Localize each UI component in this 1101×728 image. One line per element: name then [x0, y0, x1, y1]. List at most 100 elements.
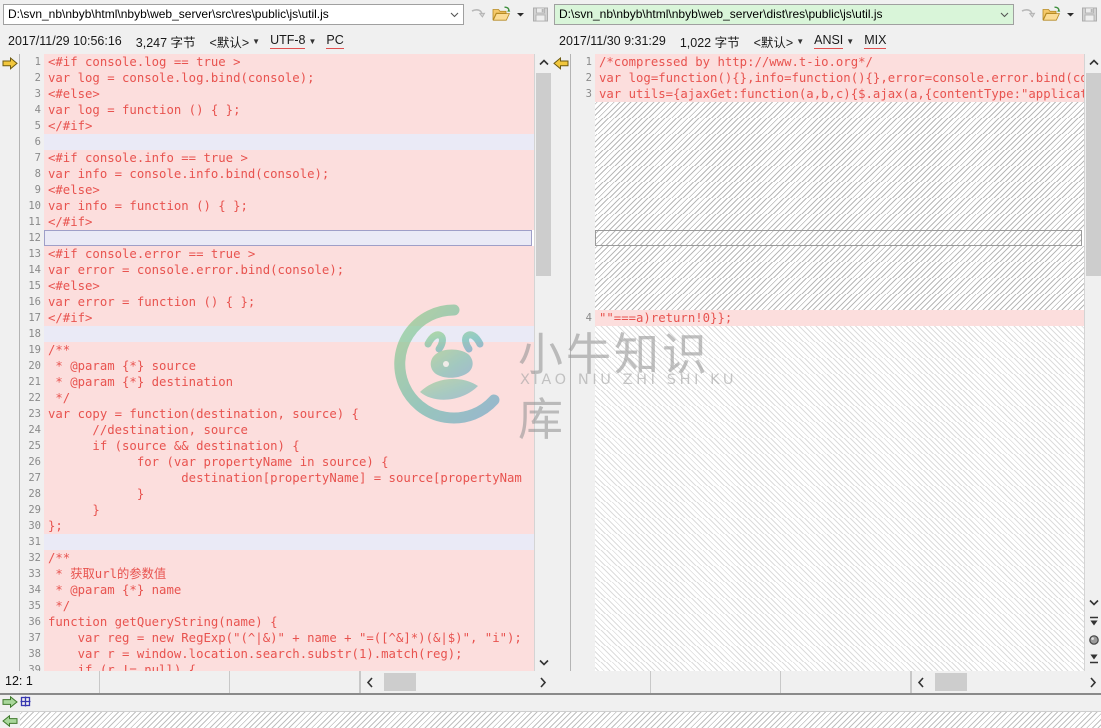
left-horizontal-scrollbar[interactable]: [360, 671, 551, 693]
left-code-line[interactable]: var log = console.log.bind(console);: [44, 70, 534, 86]
right-code-line[interactable]: [595, 102, 1084, 118]
right-horizontal-scrollbar[interactable]: [911, 671, 1101, 693]
right-code-line[interactable]: [595, 406, 1084, 422]
right-code-line[interactable]: [595, 134, 1084, 150]
left-code-line[interactable]: /**: [44, 342, 534, 358]
right-vertical-scrollbar[interactable]: [1084, 54, 1101, 671]
left-refresh-button[interactable]: [466, 3, 488, 25]
right-code-line[interactable]: ""===a)return!0}};: [595, 310, 1084, 326]
scroll-right-icon[interactable]: [1084, 672, 1101, 692]
left-code-line[interactable]: </#if>: [44, 310, 534, 326]
chevron-down-icon[interactable]: ▼: [796, 37, 804, 46]
left-code-line[interactable]: </#if>: [44, 214, 534, 230]
left-code-line[interactable]: */: [44, 390, 534, 406]
right-path-combo[interactable]: D:\svn_nb\nbyb\html\nbyb\web_server\dist…: [554, 3, 1015, 25]
left-path-text[interactable]: D:\svn_nb\nbyb\html\nbyb\web_server\src\…: [4, 5, 446, 24]
left-code-line[interactable]: <#if console.error == true >: [44, 246, 534, 262]
left-code-line[interactable]: }: [44, 486, 534, 502]
right-code-line[interactable]: [595, 518, 1084, 534]
chevron-down-icon[interactable]: ▼: [252, 37, 260, 46]
right-hscroll-track[interactable]: [929, 672, 1084, 692]
left-code-line[interactable]: * @param {*} source: [44, 358, 534, 374]
left-code-line[interactable]: [44, 534, 534, 550]
left-open-folder-button[interactable]: [490, 3, 512, 25]
scroll-right-icon[interactable]: [534, 672, 551, 692]
left-encoding[interactable]: UTF-8: [270, 33, 306, 49]
left-code-line[interactable]: [44, 134, 534, 150]
right-code-line[interactable]: [595, 614, 1084, 630]
left-code-line[interactable]: */: [44, 598, 534, 614]
scroll-left-icon[interactable]: [361, 672, 378, 692]
left-code-line[interactable]: var copy = function(destination, source)…: [44, 406, 534, 422]
right-code-line[interactable]: [595, 262, 1084, 278]
right-open-dropdown-button[interactable]: [1064, 3, 1077, 25]
left-code-line[interactable]: <#if console.log == true >: [44, 54, 534, 70]
right-code-line[interactable]: [595, 214, 1084, 230]
right-code-line[interactable]: [595, 326, 1084, 342]
right-code-line[interactable]: [595, 182, 1084, 198]
copy-to-right-marker-icon[interactable]: [2, 56, 18, 70]
left-code-line[interactable]: var error = function () { };: [44, 294, 534, 310]
right-hscroll-thumb[interactable]: [935, 673, 967, 691]
left-code-line[interactable]: * 获取url的参数值: [44, 566, 534, 582]
right-code-line[interactable]: [595, 454, 1084, 470]
first-difference-button[interactable]: [1085, 611, 1101, 630]
left-code-line[interactable]: [44, 326, 534, 342]
left-scroll-thumb[interactable]: [536, 73, 551, 276]
left-code-line[interactable]: var error = console.error.bind(console);: [44, 262, 534, 278]
left-hscroll-track[interactable]: [378, 672, 534, 692]
next-difference-button[interactable]: [1085, 649, 1101, 668]
left-code-line[interactable]: var reg = new RegExp("(^|&)" + name + "=…: [44, 630, 534, 646]
scroll-up-icon[interactable]: [535, 54, 551, 71]
left-hscroll-thumb[interactable]: [384, 673, 416, 691]
left-charset-profile[interactable]: <默认>: [210, 32, 250, 51]
right-code-line[interactable]: [595, 150, 1084, 166]
left-vertical-scrollbar[interactable]: [534, 54, 551, 671]
right-encoding[interactable]: ANSI: [814, 33, 844, 49]
left-code-line[interactable]: <#if console.info == true >: [44, 150, 534, 166]
right-code-line[interactable]: [595, 502, 1084, 518]
right-code-line[interactable]: [595, 486, 1084, 502]
left-line-ending[interactable]: PC: [326, 33, 344, 49]
right-code-line[interactable]: [595, 438, 1084, 454]
left-code-line[interactable]: <#else>: [44, 86, 534, 102]
right-code-line[interactable]: [595, 630, 1084, 646]
left-code-line[interactable]: <#else>: [44, 278, 534, 294]
current-difference-button[interactable]: [1085, 630, 1101, 649]
right-scroll-thumb[interactable]: [1086, 73, 1101, 276]
left-code-line[interactable]: </#if>: [44, 118, 534, 134]
right-code-line[interactable]: [595, 294, 1084, 310]
left-code-line[interactable]: * @param {*} name: [44, 582, 534, 598]
copy-to-left-marker-icon[interactable]: [553, 56, 569, 70]
right-code-line[interactable]: [595, 390, 1084, 406]
chevron-down-icon[interactable]: [446, 5, 463, 24]
right-code-line[interactable]: [595, 470, 1084, 486]
left-code-line[interactable]: }: [44, 502, 534, 518]
left-open-dropdown-button[interactable]: [514, 3, 527, 25]
right-code-line[interactable]: [595, 550, 1084, 566]
chevron-down-icon[interactable]: [996, 5, 1013, 24]
bookmark-icon[interactable]: [20, 696, 31, 710]
left-code-line[interactable]: if (r != null) {: [44, 662, 534, 671]
left-code-line[interactable]: var log = function () { };: [44, 102, 534, 118]
right-code-line[interactable]: [595, 566, 1084, 582]
left-code-line[interactable]: if (source && destination) {: [44, 438, 534, 454]
chevron-down-icon[interactable]: ▼: [846, 37, 854, 46]
right-code-line[interactable]: [595, 662, 1084, 671]
left-save-button[interactable]: [529, 3, 551, 25]
left-code-line[interactable]: /**: [44, 550, 534, 566]
right-code-line[interactable]: [595, 358, 1084, 374]
right-code-line[interactable]: [595, 118, 1084, 134]
scroll-down-icon[interactable]: [1085, 594, 1101, 611]
left-code-line[interactable]: };: [44, 518, 534, 534]
right-code-line[interactable]: [595, 230, 1082, 246]
left-code-line[interactable]: //destination, source: [44, 422, 534, 438]
right-code-line[interactable]: [595, 246, 1084, 262]
right-code-line[interactable]: [595, 422, 1084, 438]
right-code-line[interactable]: [595, 374, 1084, 390]
left-code-line[interactable]: var info = function () { };: [44, 198, 534, 214]
right-code-line[interactable]: [595, 278, 1084, 294]
chevron-down-icon[interactable]: ▼: [308, 37, 316, 46]
scroll-down-icon[interactable]: [535, 654, 551, 671]
right-code-line[interactable]: /*compressed by http://www.t-io.org*/: [595, 54, 1084, 70]
